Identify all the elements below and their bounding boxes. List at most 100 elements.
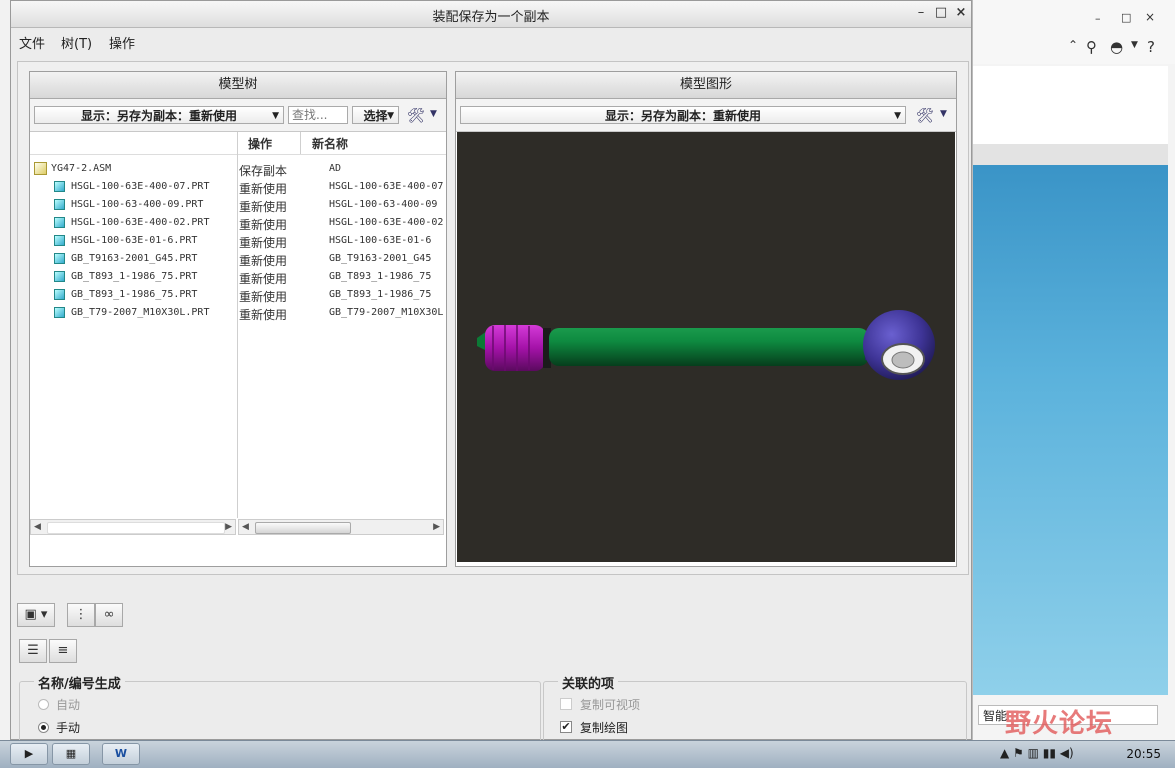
lock-nut bbox=[485, 325, 545, 371]
detail-list-button[interactable]: ☰ bbox=[19, 639, 47, 663]
tree-display-combo[interactable]: 显示：另存为副本：重新使用 ▼ bbox=[34, 106, 284, 124]
tree-row[interactable]: HSGL-100-63E-400-02.PRT 重新使用 HSGL-100-63E-… bbox=[30, 214, 445, 232]
chevron-down-icon[interactable]: ▼ bbox=[940, 109, 947, 119]
model-tree-panel: 模型树 显示：另存为副本：重新使用 ▼ 查找... 选择 ▼ 🛠 ▼ 操作 新名… bbox=[29, 71, 447, 567]
model-viewport[interactable] bbox=[457, 132, 955, 562]
tree-row[interactable]: HSGL-100-63E-400-07.PRT 重新使用 HSGL-100-63E-… bbox=[30, 178, 445, 196]
tree-row[interactable]: YG47-2.ASM 保存副本 AD bbox=[30, 160, 445, 178]
copy-drawing-checkbox[interactable]: ✔ bbox=[560, 721, 572, 733]
select-label: 选择 bbox=[363, 109, 388, 123]
scroll-left-icon[interactable]: ◀ bbox=[34, 520, 41, 534]
word-task-icon[interactable]: W bbox=[102, 743, 140, 765]
part-icon bbox=[54, 217, 65, 228]
tree-row[interactable]: GB_T893_1-1986_75.PRT 重新使用 GB_T893_1-1986_… bbox=[30, 286, 445, 304]
tree-row[interactable]: GB_T79-2007_M10X30L.PRT 重新使用 GB_T79-2007_M… bbox=[30, 304, 445, 322]
tree-row[interactable]: GB_T893_1-1986_75.PRT 重新使用 GB_T893_1-1986_… bbox=[30, 268, 445, 286]
graphics-display-combo[interactable]: 显示：另存为副本：重新使用 ▼ bbox=[460, 106, 906, 124]
tree-row-new-name[interactable]: GB_T79-2007_M10X30L bbox=[329, 307, 443, 318]
columns-horizontal-scrollbar[interactable]: ◀ ▶ bbox=[238, 519, 444, 535]
tree-row-operation[interactable]: 重新使用 bbox=[239, 270, 287, 287]
search-input[interactable]: 查找... bbox=[288, 106, 348, 124]
column-divider[interactable] bbox=[300, 132, 301, 154]
watermark-logo: 野火论坛 bbox=[1005, 709, 1114, 739]
column-new-name[interactable]: 新名称 bbox=[312, 135, 348, 152]
model-graphics-toolbar: 显示：另存为副本：重新使用 ▼ 🛠 ▼ bbox=[456, 99, 956, 132]
search-icon[interactable]: ⚲ bbox=[1086, 38, 1097, 56]
scroll-thumb[interactable] bbox=[255, 522, 351, 534]
scroll-left-icon[interactable]: ◀ bbox=[242, 520, 249, 534]
scroll-right-icon[interactable]: ▶ bbox=[433, 520, 440, 534]
media-player-task-icon[interactable]: ▶ bbox=[10, 743, 48, 765]
chevron-down-icon[interactable]: ▼ bbox=[430, 109, 437, 119]
tree-row-name: GB_T893_1-1986_75.PRT bbox=[71, 271, 198, 282]
radio-manual-label: 手动 bbox=[56, 721, 81, 735]
tree-row-operation[interactable]: 重新使用 bbox=[239, 252, 287, 269]
clock[interactable]: 20:55 bbox=[1126, 747, 1161, 761]
tree-row[interactable]: HSGL-100-63-400-09.PRT 重新使用 HSGL-100-63-40… bbox=[30, 196, 445, 214]
save-copy-dialog: 装配保存为一个副本 – □ × 文件 树(T) 操作 模型树 显示：另存为副本：… bbox=[10, 0, 972, 763]
tree-row-operation[interactable]: 重新使用 bbox=[239, 306, 287, 323]
tree-row-operation[interactable]: 保存副本 bbox=[239, 162, 287, 179]
chevron-down-icon[interactable]: ▼ bbox=[1131, 40, 1138, 50]
tree-row-operation[interactable]: 重新使用 bbox=[239, 216, 287, 233]
radio-auto[interactable] bbox=[38, 699, 49, 710]
tree-row-new-name[interactable]: GB_T9163-2001_G45 bbox=[329, 253, 431, 264]
cap-icon[interactable]: ◓ bbox=[1110, 38, 1123, 56]
tree-row-operation[interactable]: 重新使用 bbox=[239, 198, 287, 215]
scroll-right-icon[interactable]: ▶ bbox=[225, 520, 232, 534]
tree-row-new-name[interactable]: GB_T893_1-1986_75 bbox=[329, 289, 431, 300]
title-bar[interactable]: 装配保存为一个副本 – □ × bbox=[11, 1, 971, 28]
chevron-down-icon: ▼ bbox=[387, 111, 394, 121]
chevron-up-icon[interactable]: ⌃ bbox=[1068, 38, 1078, 52]
menu-bar: 文件 树(T) 操作 bbox=[11, 28, 971, 54]
simple-list-button[interactable]: ≡ bbox=[49, 639, 77, 663]
settings-tools-icon[interactable]: 🛠 bbox=[916, 108, 934, 124]
close-button[interactable]: × bbox=[953, 5, 969, 21]
minimize-icon[interactable]: – bbox=[1095, 12, 1101, 25]
view-layout-button[interactable]: ▣ ▾ bbox=[17, 603, 55, 627]
part-icon bbox=[54, 253, 65, 264]
radio-auto-label: 自动 bbox=[56, 698, 81, 712]
tray-network-icon[interactable]: ▲ ⚑ ▥ ▮▮ ◀) bbox=[1000, 746, 1074, 760]
select-dropdown[interactable]: 选择 ▼ bbox=[352, 106, 399, 124]
tree-row-new-name[interactable]: HSGL-100-63-400-09 bbox=[329, 199, 437, 210]
assembly-model bbox=[477, 310, 935, 380]
background-app-window: – □ × ⌃ ⚲ ◓ ▼ ? 智能 bbox=[972, 0, 1175, 740]
tree-row-new-name[interactable]: AD bbox=[329, 163, 341, 174]
menu-actions[interactable]: 操作 bbox=[109, 33, 135, 52]
scroll-thumb[interactable] bbox=[47, 522, 225, 534]
model-tree-toolbar: 显示：另存为副本：重新使用 ▼ 查找... 选择 ▼ 🛠 ▼ bbox=[30, 99, 446, 132]
tree-row-operation[interactable]: 重新使用 bbox=[239, 288, 287, 305]
menu-file[interactable]: 文件 bbox=[19, 33, 45, 52]
column-op[interactable]: 操作 bbox=[248, 135, 272, 152]
tree-row-operation[interactable]: 重新使用 bbox=[239, 180, 287, 197]
radio-manual[interactable] bbox=[38, 722, 49, 733]
tree-column-header: 操作 新名称 bbox=[30, 132, 446, 155]
graphics-display-value: 显示：另存为副本：重新使用 bbox=[604, 109, 761, 123]
tree-horizontal-scrollbar[interactable]: ◀ ▶ bbox=[30, 519, 236, 535]
creo-task-icon[interactable]: ▦ bbox=[52, 743, 90, 765]
copy-visible-items-checkbox[interactable] bbox=[560, 698, 572, 710]
tree-row-name: GB_T893_1-1986_75.PRT bbox=[71, 289, 198, 300]
settings-tools-icon[interactable]: 🛠 bbox=[407, 108, 425, 124]
maximize-icon[interactable]: □ bbox=[1121, 11, 1131, 24]
tree-row-new-name[interactable]: HSGL-100-63E-01-6 bbox=[329, 235, 431, 246]
minimize-button[interactable]: – bbox=[913, 5, 929, 21]
maximize-button[interactable]: □ bbox=[933, 5, 949, 21]
part-icon bbox=[54, 271, 65, 282]
background-app-toolbar: – □ × ⌃ ⚲ ◓ ▼ ? bbox=[973, 0, 1175, 64]
chevron-down-icon: ▼ bbox=[272, 111, 279, 121]
tree-row-new-name[interactable]: HSGL-100-63E-400-07 bbox=[329, 181, 443, 192]
tree-row-new-name[interactable]: GB_T893_1-1986_75 bbox=[329, 271, 431, 282]
tree-row-name: GB_T79-2007_M10X30L.PRT bbox=[71, 307, 210, 318]
tree-view-button[interactable]: ⋮ bbox=[67, 603, 95, 627]
glasses-view-button[interactable]: ∞ bbox=[95, 603, 123, 627]
tree-row[interactable]: HSGL-100-63E-01-6.PRT 重新使用 HSGL-100-63E-01… bbox=[30, 232, 445, 250]
menu-tree[interactable]: 树(T) bbox=[61, 33, 92, 52]
help-icon[interactable]: ? bbox=[1147, 38, 1155, 56]
tree-row[interactable]: GB_T9163-2001_G45.PRT 重新使用 GB_T9163-2001_G… bbox=[30, 250, 445, 268]
tree-row-new-name[interactable]: HSGL-100-63E-400-02 bbox=[329, 217, 443, 228]
model-tree-header: 模型树 bbox=[30, 72, 446, 99]
tree-row-operation[interactable]: 重新使用 bbox=[239, 234, 287, 251]
close-icon[interactable]: × bbox=[1145, 10, 1155, 24]
